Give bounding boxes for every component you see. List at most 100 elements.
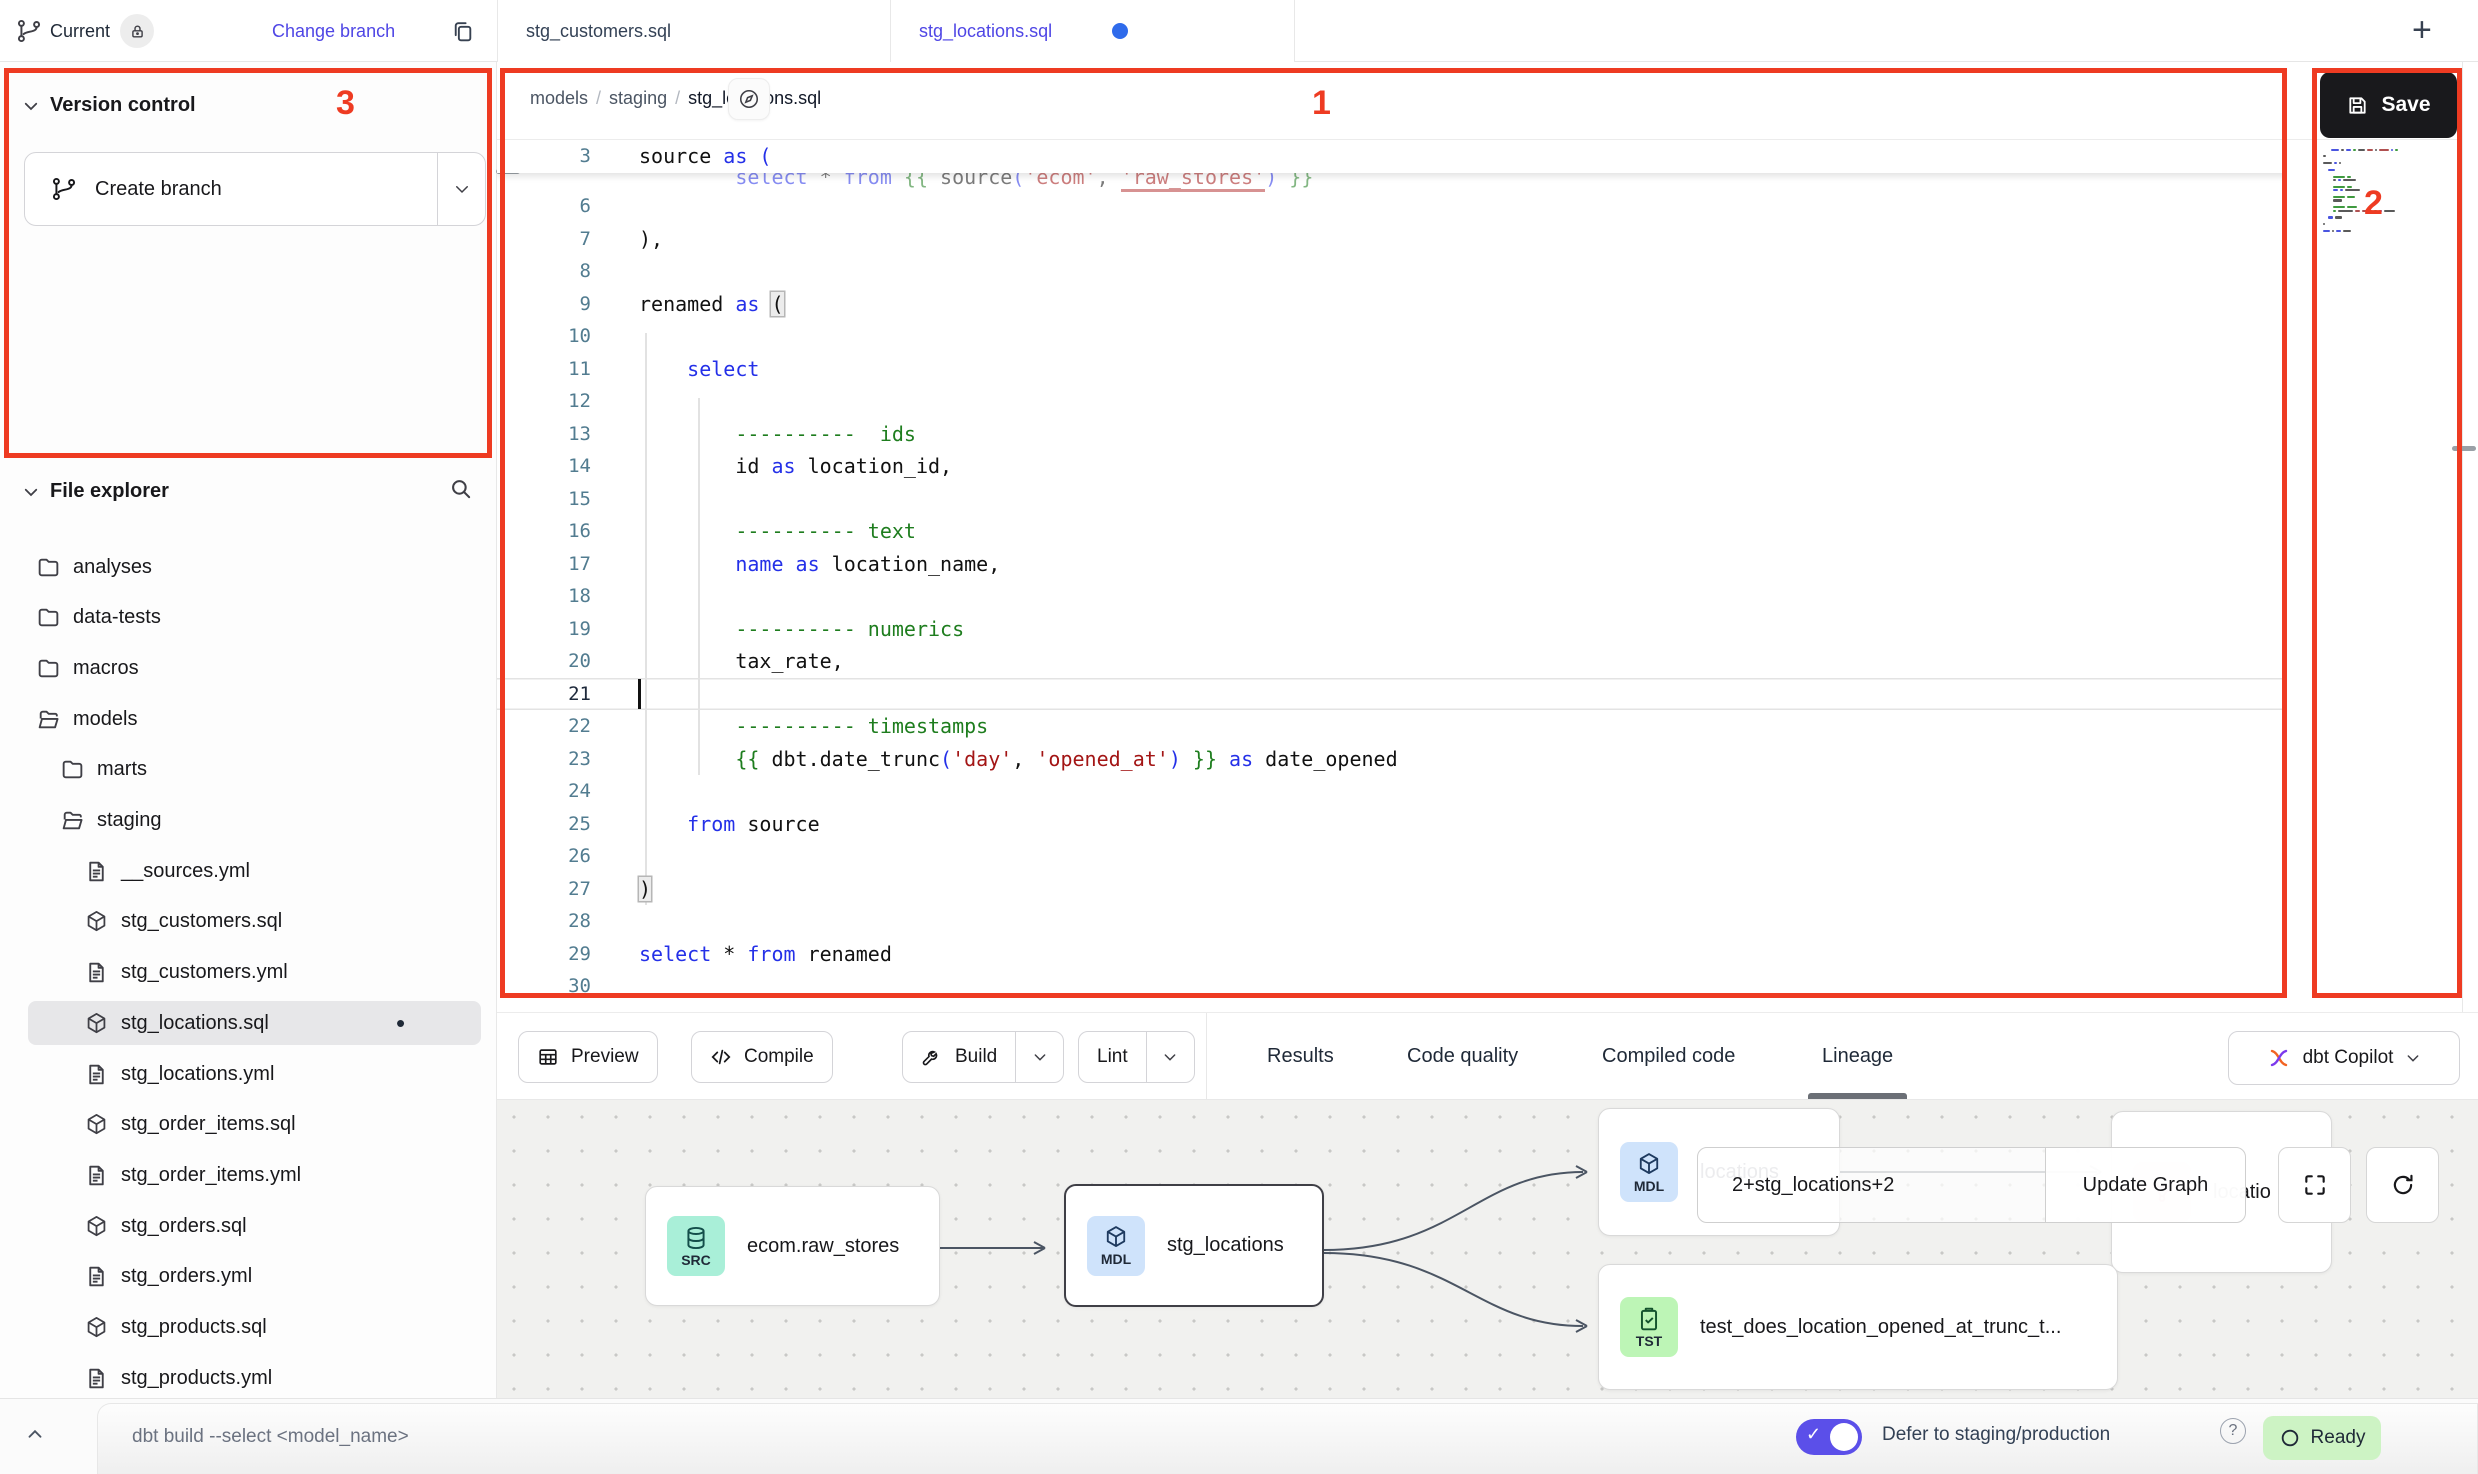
code-line-16[interactable]: 16 ---------- text bbox=[497, 515, 2287, 548]
compile-button[interactable]: Compile bbox=[691, 1031, 833, 1083]
line-number: 11 bbox=[497, 358, 617, 380]
save-button[interactable]: Save bbox=[2320, 72, 2457, 138]
code-line-11[interactable]: 11 select bbox=[497, 353, 2287, 386]
file-tree-item-stg-orders-yml[interactable]: stg_orders.yml bbox=[0, 1255, 497, 1299]
code-line-19[interactable]: 19 ---------- numerics bbox=[497, 613, 2287, 646]
code-line-29[interactable]: 29select * from renamed bbox=[497, 938, 2287, 971]
expand-command-bar-button[interactable] bbox=[24, 1423, 46, 1445]
line-number: 28 bbox=[497, 910, 617, 932]
file-tree-item-stg-products-yml[interactable]: stg_products.yml bbox=[0, 1356, 497, 1400]
file-explorer-header[interactable]: File explorer bbox=[22, 480, 169, 503]
code-line-24[interactable]: 24 bbox=[497, 775, 2287, 808]
file-name: stg_locations.yml bbox=[121, 1063, 274, 1086]
file-tree-item-data-tests[interactable]: data-tests bbox=[0, 596, 497, 640]
build-dropdown[interactable] bbox=[1015, 1032, 1063, 1082]
code-line-23[interactable]: 23 {{ dbt.date_trunc('day', 'opened_at')… bbox=[497, 743, 2287, 776]
code-line-7[interactable]: 7), bbox=[497, 223, 2287, 256]
file-tree-item-stg-customers-sql[interactable]: stg_customers.sql bbox=[0, 900, 497, 944]
lint-button[interactable]: Lint bbox=[1078, 1031, 1195, 1083]
tab-lineage[interactable]: Lineage bbox=[1822, 1013, 1893, 1099]
update-graph-button[interactable]: Update Graph bbox=[2045, 1148, 2245, 1222]
code-line-12[interactable]: 12 bbox=[497, 385, 2287, 418]
defer-toggle[interactable]: ✓ bbox=[1796, 1419, 1862, 1455]
lineage-selector-input[interactable]: 2+stg_locations+2 bbox=[1698, 1148, 2045, 1222]
create-branch-main[interactable]: Create branch bbox=[25, 153, 437, 225]
minimap-panel[interactable] bbox=[2287, 140, 2462, 998]
resize-handle[interactable] bbox=[2452, 446, 2476, 451]
code-line-27[interactable]: 27) bbox=[497, 873, 2287, 906]
branch-lock-badge bbox=[120, 14, 154, 48]
lineage-canvas[interactable]: SRCecom.raw_storesMDLstg_locationsMDLloc… bbox=[497, 1100, 2478, 1398]
minimap[interactable] bbox=[2323, 148, 2443, 233]
code-line[interactable]: select * from {{ source('ecom', 'raw_sto… bbox=[497, 173, 2287, 194]
fullscreen-button[interactable] bbox=[2278, 1147, 2351, 1223]
code-line-28[interactable]: 28 bbox=[497, 905, 2287, 938]
create-branch-button[interactable]: Create branch bbox=[24, 152, 486, 226]
branch-selector[interactable]: Current bbox=[16, 0, 154, 62]
refresh-button[interactable] bbox=[2366, 1147, 2439, 1223]
tab-stg-locations[interactable]: stg_locations.sql bbox=[890, 0, 1295, 62]
file-name: stg_order_items.sql bbox=[121, 1113, 296, 1136]
code-line-14[interactable]: 14 id as location_id, bbox=[497, 450, 2287, 483]
new-tab-button[interactable]: + bbox=[2412, 10, 2432, 50]
tab-compiled-code[interactable]: Compiled code bbox=[1602, 1013, 1735, 1099]
copy-icon[interactable] bbox=[450, 19, 475, 44]
lineage-node-test-does-location-opened-at-trunc-t-[interactable]: TSTtest_does_location_opened_at_trunc_t.… bbox=[1598, 1264, 2118, 1390]
file-tree-item-stg-order-items-sql[interactable]: stg_order_items.sql bbox=[0, 1103, 497, 1147]
tab-label: Results bbox=[1267, 1045, 1334, 1068]
file-tree-item-macros[interactable]: macros bbox=[0, 646, 497, 690]
file-tree-item-stg-locations-sql[interactable]: stg_locations.sql• bbox=[0, 1001, 497, 1045]
file-tree-item--sources-yml[interactable]: __sources.yml bbox=[0, 849, 497, 893]
tab-code-quality[interactable]: Code quality bbox=[1407, 1013, 1518, 1099]
preview-button[interactable]: Preview bbox=[518, 1031, 658, 1083]
tab-stg-customers[interactable]: stg_customers.sql bbox=[497, 0, 890, 62]
file-tree-item-stg-locations-yml[interactable]: stg_locations.yml bbox=[0, 1052, 497, 1096]
lock-icon bbox=[129, 23, 146, 40]
change-branch-link[interactable]: Change branch bbox=[272, 0, 395, 62]
file-tree-item-stg-products-sql[interactable]: stg_products.sql bbox=[0, 1306, 497, 1350]
code-line-30[interactable]: 30 bbox=[497, 970, 2287, 998]
command-placeholder: dbt build --select <model_name> bbox=[132, 1426, 409, 1448]
file-tree-item-stg-order-items-yml[interactable]: stg_order_items.yml bbox=[0, 1153, 497, 1197]
code-line-21[interactable]: 21 bbox=[497, 678, 2287, 711]
unsaved-dot-icon bbox=[1112, 23, 1128, 39]
mdl-badge: MDL bbox=[1620, 1142, 1678, 1202]
lint-dropdown[interactable] bbox=[1146, 1032, 1194, 1082]
code-line-20[interactable]: 20 tax_rate, bbox=[497, 645, 2287, 678]
file-tree-item-staging[interactable]: staging bbox=[0, 799, 497, 843]
file-tree-item-stg-customers-yml[interactable]: stg_customers.yml bbox=[0, 951, 497, 995]
code-line-25[interactable]: 25 from source bbox=[497, 808, 2287, 841]
tab-results[interactable]: Results bbox=[1267, 1013, 1334, 1099]
code-line-15[interactable]: 15 bbox=[497, 483, 2287, 516]
command-input[interactable]: dbt build --select <model_name> ✓ Defer … bbox=[97, 1403, 2478, 1474]
open-lineage-button[interactable] bbox=[728, 78, 770, 120]
create-branch-dropdown[interactable] bbox=[437, 153, 485, 225]
file-name: stg_orders.yml bbox=[121, 1265, 252, 1288]
file-tree-item-analyses[interactable]: analyses bbox=[0, 545, 497, 589]
code-line-26[interactable]: 26 bbox=[497, 840, 2287, 873]
code-line-8[interactable]: 8 bbox=[497, 255, 2287, 288]
ready-status-badge[interactable]: Ready bbox=[2263, 1416, 2381, 1460]
line-number: 7 bbox=[497, 228, 617, 250]
version-control-header[interactable]: Version control bbox=[22, 94, 196, 117]
breadcrumb-models[interactable]: models bbox=[530, 88, 588, 109]
code-line-13[interactable]: 13 ---------- ids bbox=[497, 418, 2287, 451]
file-tree-item-models[interactable]: models bbox=[0, 697, 497, 741]
search-icon[interactable] bbox=[448, 476, 474, 502]
file-tree-item-marts[interactable]: marts bbox=[0, 748, 497, 792]
file-tree-item-stg-orders-sql[interactable]: stg_orders.sql bbox=[0, 1204, 497, 1248]
code-line-3[interactable]: 3source as ( bbox=[497, 140, 2287, 173]
breadcrumb-staging[interactable]: staging bbox=[609, 88, 667, 109]
build-button[interactable]: Build bbox=[902, 1031, 1064, 1083]
code-line-17[interactable]: 17 name as location_name, bbox=[497, 548, 2287, 581]
code-line-22[interactable]: 22 ---------- timestamps bbox=[497, 710, 2287, 743]
lineage-node-stg-locations[interactable]: MDLstg_locations bbox=[1064, 1184, 1324, 1307]
code-line-18[interactable]: 18 bbox=[497, 580, 2287, 613]
dbt-copilot-button[interactable]: dbt Copilot bbox=[2228, 1031, 2460, 1085]
code-line-10[interactable]: 10 bbox=[497, 320, 2287, 353]
lineage-node-ecom-raw-stores[interactable]: SRCecom.raw_stores bbox=[645, 1186, 940, 1306]
code-editor[interactable]: select * from {{ source('ecom', 'raw_sto… bbox=[497, 140, 2287, 998]
code-line-9[interactable]: 9renamed as ( bbox=[497, 288, 2287, 321]
help-icon[interactable]: ? bbox=[2220, 1418, 2246, 1444]
scrolled-code-line: select * from {{ source('ecom', 'raw_sto… bbox=[497, 173, 2287, 195]
